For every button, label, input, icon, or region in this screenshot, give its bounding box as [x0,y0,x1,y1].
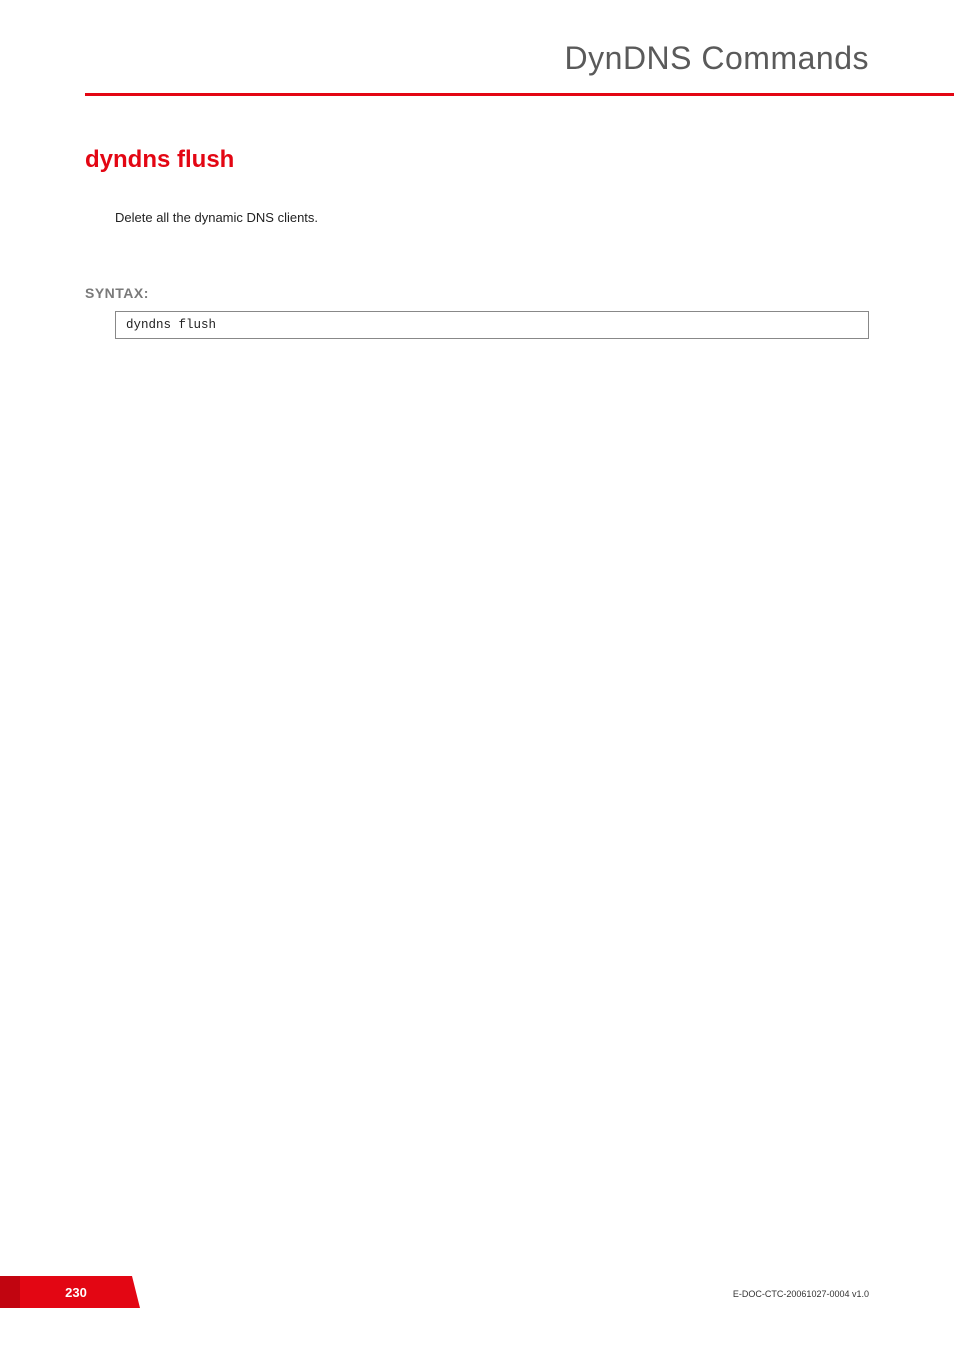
syntax-code-box: dyndns flush [115,311,869,339]
chapter-title: DynDNS Commands [85,40,869,77]
command-description: Delete all the dynamic DNS clients. [115,210,869,225]
document-id: E-DOC-CTC-20061027-0004 v1.0 [733,1289,869,1299]
syntax-code: dyndns flush [126,318,216,332]
page-header: DynDNS Commands [0,0,954,77]
page-number-tab: 230 [0,1276,140,1308]
tab-angle-accent [132,1276,140,1308]
page-number: 230 [20,1276,132,1308]
syntax-label: SYNTAX: [85,285,869,301]
content-area: dyndns flush Delete all the dynamic DNS … [0,96,954,339]
command-title: dyndns flush [85,146,869,174]
tab-dark-accent [0,1276,20,1308]
